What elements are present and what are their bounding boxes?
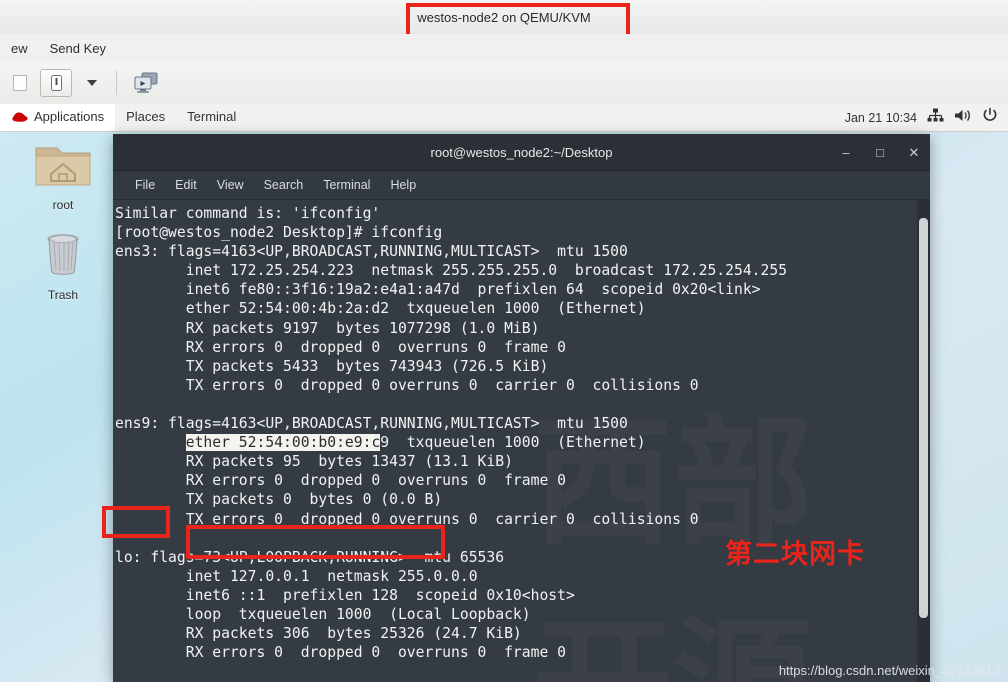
gnome-top-bar-left: Applications Places Terminal — [0, 104, 247, 131]
desktop-icon-trash-label: Trash — [47, 288, 79, 302]
desktop-icon-root[interactable]: root — [18, 140, 108, 212]
guest-desktop: Applications Places Terminal Jan 21 10:3… — [0, 104, 1008, 682]
minimize-button[interactable]: – — [840, 146, 852, 159]
terminal-line: RX packets 306 bytes 25326 (24.7 KiB) — [115, 625, 522, 643]
terminal-line: RX errors 0 dropped 0 overruns 0 frame 0 — [115, 338, 566, 356]
terminal-line: loop txqueuelen 1000 (Local Loopback) — [115, 605, 531, 623]
chevron-down-icon[interactable] — [77, 70, 107, 96]
terminal-menu-help[interactable]: Help — [380, 178, 426, 192]
toolbar-partial-button[interactable] — [5, 70, 35, 96]
menu-view[interactable]: ew — [0, 41, 39, 56]
terminal-line: ether 52:54:00:b0:e9:c9 txqueuelen 1000 … — [185, 434, 646, 452]
terminal-line: [root@westos_node2 Desktop]# ifconfig — [115, 224, 443, 242]
terminal-line: RX errors 0 dropped 0 overruns 0 frame 0 — [115, 644, 566, 662]
power-button-icon[interactable] — [40, 69, 72, 97]
terminal-window-buttons: – □ ✕ — [840, 134, 920, 170]
clock[interactable]: Jan 21 10:34 — [845, 111, 917, 125]
terminal-line: Similar command is: 'ifconfig' — [115, 205, 381, 222]
csdn-watermark: https://blog.csdn.net/weixin_47133613 — [778, 663, 1000, 678]
gnome-top-bar-right: Jan 21 10:34 — [845, 107, 1008, 128]
applications-menu[interactable]: Applications — [0, 104, 116, 132]
terminal-line: RX packets 95 bytes 13437 (13.1 KiB) — [115, 453, 513, 471]
desktop-icon-trash[interactable]: Trash — [18, 226, 108, 302]
terminal-window: root@westos_node2:~/Desktop – □ ✕ File E… — [113, 134, 930, 682]
applications-menu-label: Applications — [34, 109, 105, 124]
terminal-line: inet6 ::1 prefixlen 128 scopeid 0x10<hos… — [115, 586, 575, 604]
console-display-icon[interactable] — [131, 70, 161, 96]
terminal-menu-edit[interactable]: Edit — [165, 178, 207, 192]
terminal-menubar: File Edit View Search Terminal Help — [113, 171, 930, 200]
terminal-line: RX errors 0 dropped 0 overruns 0 frame 0 — [115, 472, 566, 490]
terminal-line: RX packets 9197 bytes 1077298 (1.0 MiB) — [115, 319, 540, 337]
desktop-icon-root-label: root — [52, 198, 74, 212]
volume-icon[interactable] — [954, 108, 972, 128]
menu-send-key[interactable]: Send Key — [39, 41, 117, 56]
terminal-line: TX packets 5433 bytes 743943 (726.5 KiB) — [115, 357, 549, 375]
redhat-logo-icon — [11, 106, 29, 132]
power-icon[interactable] — [982, 107, 998, 128]
terminal-line: inet6 fe80::3f16:19a2:e4a1:a47d prefixle… — [115, 281, 761, 299]
toolbar-separator — [116, 71, 117, 95]
places-menu[interactable]: Places — [115, 104, 176, 131]
terminal-line: TX errors 0 dropped 0 overruns 0 carrier… — [115, 510, 699, 528]
virt-manager-title: westos-node2 on QEMU/KVM — [417, 9, 591, 25]
gnome-top-bar: Applications Places Terminal Jan 21 10:3… — [0, 104, 1008, 132]
virt-manager-toolbar — [0, 62, 1008, 105]
terminal-text: Similar command is: 'ifconfig' [root@west… — [113, 200, 930, 662]
terminal-line: TX errors 0 dropped 0 overruns 0 carrier… — [115, 376, 699, 394]
terminal-line: TX packets 0 bytes 0 (0.0 B) — [115, 491, 443, 509]
home-folder-icon — [33, 147, 93, 194]
trash-can-icon — [47, 234, 79, 275]
terminal-menu-view[interactable]: View — [207, 178, 254, 192]
annotation-chinese-note: 第二块网卡 — [725, 539, 865, 570]
terminal-scrollbar[interactable] — [917, 200, 930, 682]
maximize-button[interactable]: □ — [874, 146, 886, 159]
terminal-menu-terminal[interactable]: Terminal — [313, 178, 380, 192]
close-button[interactable]: ✕ — [908, 146, 920, 159]
virt-manager-titlebar: westos-node2 on QEMU/KVM — [0, 0, 1008, 35]
terminal-scrollbar-thumb[interactable] — [919, 218, 928, 618]
terminal-menu[interactable]: Terminal — [176, 104, 247, 131]
network-icon[interactable] — [927, 108, 944, 128]
virt-manager-menubar: ew Send Key — [0, 34, 1008, 63]
terminal-line: ens3: flags=4163<UP,BROADCAST,RUNNING,MU… — [115, 243, 628, 261]
terminal-selected-text: ether 52:54:00:b0:e9:c — [185, 434, 381, 452]
terminal-menu-file[interactable]: File — [125, 178, 165, 192]
terminal-output-area[interactable]: 西部开源 Similar command is: 'ifconfig'[root… — [113, 200, 930, 682]
terminal-line: ether 52:54:00:4b:2a:d2 txqueuelen 1000 … — [115, 300, 646, 318]
terminal-line: inet 172.25.254.223 netmask 255.255.255.… — [115, 262, 788, 280]
terminal-line: ens9: flags=4163<UP,BROADCAST,RUNNING,MU… — [115, 415, 628, 433]
terminal-menu-search[interactable]: Search — [254, 178, 314, 192]
terminal-titlebar[interactable]: root@westos_node2:~/Desktop – □ ✕ — [113, 134, 930, 171]
terminal-title: root@westos_node2:~/Desktop — [430, 144, 613, 160]
